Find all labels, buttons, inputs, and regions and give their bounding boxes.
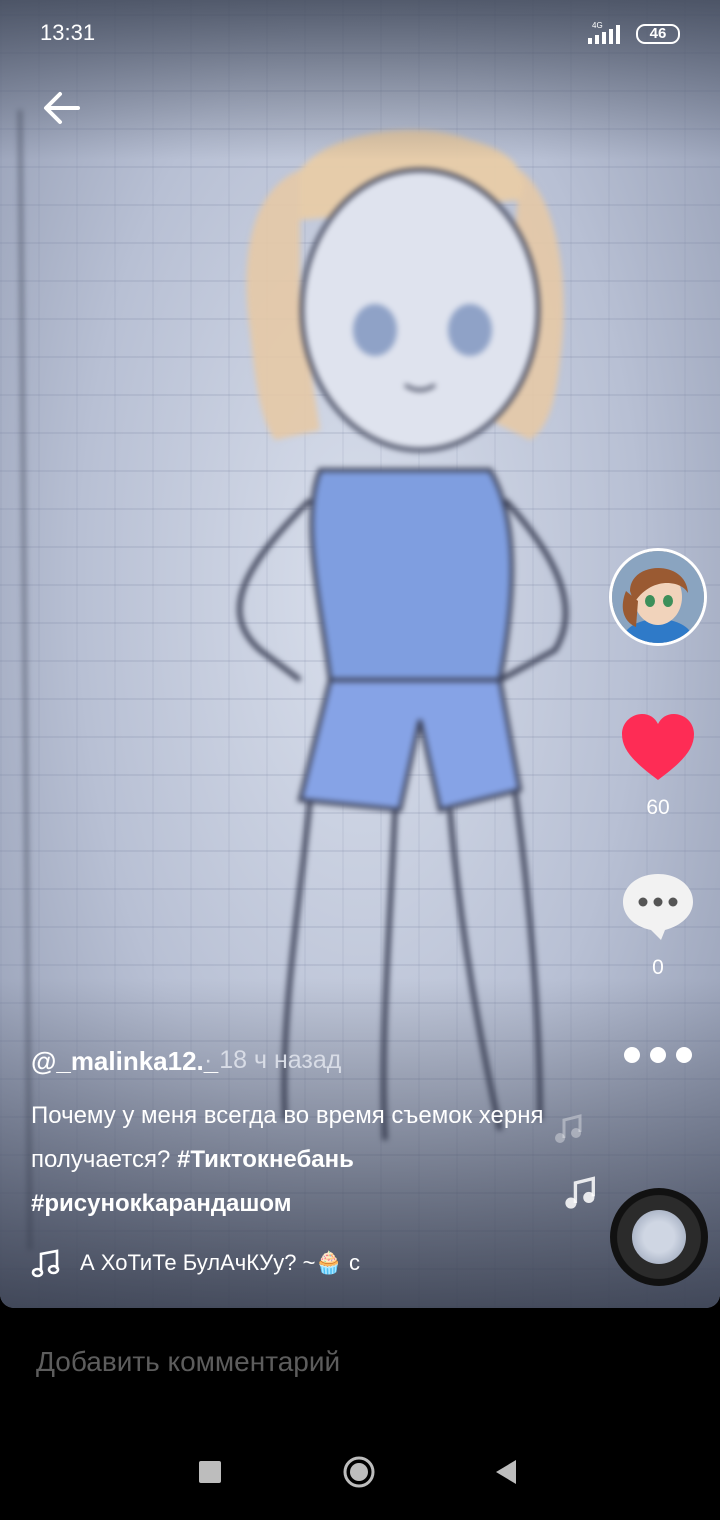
comment-bubble-icon[interactable]	[621, 870, 695, 942]
avatar-image	[612, 551, 704, 643]
music-note-icon	[31, 1249, 60, 1278]
system-navigation-bar	[0, 1420, 720, 1520]
post-time-ago: · 18 ч назад	[204, 1046, 342, 1074]
video-player[interactable]: 13:31 4G 46 60 0 @_malinka12._ · 18 ч на…	[0, 0, 720, 1308]
home-button[interactable]	[342, 1455, 376, 1489]
status-time: 13:31	[40, 20, 96, 45]
music-disc[interactable]	[610, 1188, 708, 1286]
music-title: А ХоТиТе БулАчКУу? ~🧁 с	[80, 1250, 360, 1275]
recent-apps-button[interactable]	[199, 1461, 221, 1483]
floating-note-icon	[555, 1114, 582, 1143]
disc-cover	[632, 1210, 686, 1264]
floating-note-icon	[565, 1176, 595, 1209]
network-type: 4G	[592, 21, 603, 30]
battery-indicator: 46	[636, 24, 680, 44]
hashtag-link[interactable]: #Тиктокнебань	[177, 1146, 354, 1173]
back-arrow-icon[interactable]	[38, 84, 86, 132]
comment-input[interactable]: Добавить комментарий	[36, 1346, 340, 1378]
video-caption: Почему у меня всегда во время съемок хер…	[31, 1094, 591, 1226]
heart-icon[interactable]	[620, 712, 696, 788]
comment-bar: Добавить комментарий	[0, 1308, 720, 1418]
more-dots-icon[interactable]	[620, 1040, 696, 1070]
like-count: 60	[646, 796, 670, 819]
signal-icon: 4G	[588, 21, 620, 44]
status-bar: 13:31 4G 46	[0, 0, 720, 70]
author-username[interactable]: @_malinka12._	[31, 1046, 218, 1077]
author-avatar[interactable]	[609, 548, 707, 646]
comment-count: 0	[652, 956, 664, 979]
hashtag-link[interactable]: #рисунокkарандашом	[31, 1190, 292, 1217]
system-back-button[interactable]	[494, 1458, 518, 1486]
